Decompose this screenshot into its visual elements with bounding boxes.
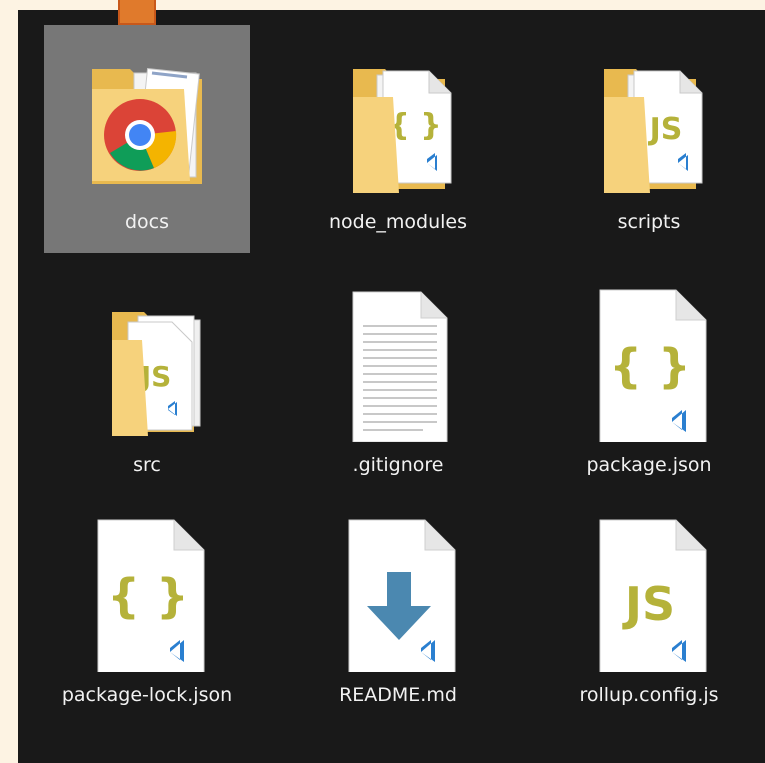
markdown-file-icon bbox=[323, 512, 473, 672]
file-name-label: package-lock.json bbox=[61, 684, 233, 706]
text-file-icon bbox=[323, 282, 473, 442]
file-item-rollup-config-js[interactable]: JS rollup.config.js bbox=[546, 498, 752, 726]
file-item-readme-md[interactable]: README.md bbox=[295, 498, 501, 726]
file-name-label: .gitignore bbox=[352, 454, 444, 476]
file-name-label: package.json bbox=[586, 454, 712, 476]
json-file-icon: { } bbox=[574, 282, 724, 442]
file-item-scripts[interactable]: JS scripts bbox=[546, 25, 752, 253]
json-folder-icon: { } bbox=[323, 39, 473, 199]
svg-text:{ }: { } bbox=[388, 108, 441, 143]
chrome-folder-icon bbox=[72, 39, 222, 199]
file-explorer-view: docs { } node_modules JS scripts JS src … bbox=[18, 10, 765, 763]
file-item-node-modules[interactable]: { } node_modules bbox=[295, 25, 501, 253]
svg-text:JS: JS bbox=[648, 112, 683, 147]
svg-text:JS: JS bbox=[622, 577, 675, 631]
file-item-gitignore[interactable]: .gitignore bbox=[295, 268, 501, 496]
file-name-label: scripts bbox=[617, 211, 681, 233]
file-item-package-json[interactable]: { } package.json bbox=[546, 268, 752, 496]
file-name-label: node_modules bbox=[328, 211, 468, 233]
file-item-docs[interactable]: docs bbox=[44, 25, 250, 253]
file-name-label: docs bbox=[124, 211, 170, 233]
js-file-icon: JS bbox=[574, 512, 724, 672]
file-name-label: rollup.config.js bbox=[579, 684, 719, 706]
file-item-package-lock-json[interactable]: { } package-lock.json bbox=[44, 498, 250, 726]
svg-text:{ }: { } bbox=[107, 569, 189, 623]
file-name-label: src bbox=[133, 454, 161, 476]
file-name-label: README.md bbox=[339, 684, 457, 706]
js-folder-icon: JS bbox=[72, 282, 222, 442]
file-item-src[interactable]: JS src bbox=[44, 268, 250, 496]
json-file-icon: { } bbox=[72, 512, 222, 672]
js-folder-icon: JS bbox=[574, 39, 724, 199]
svg-text:{ }: { } bbox=[609, 339, 691, 393]
accent-marker bbox=[118, 0, 156, 25]
